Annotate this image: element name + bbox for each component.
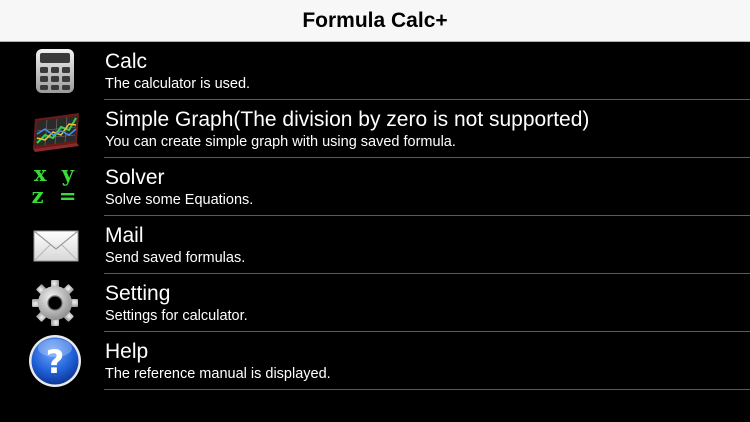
menu-item-subtitle: You can create simple graph with using s… <box>105 134 456 150</box>
menu-item-title: Calc <box>105 50 148 73</box>
menu-item-subtitle: The reference manual is displayed. <box>105 366 331 382</box>
app-title: Formula Calc+ <box>302 9 448 32</box>
menu-item-calc[interactable]: Calc The calculator is used. <box>0 42 750 100</box>
menu-item-mail[interactable]: Mail Send saved formulas. <box>0 216 750 274</box>
gear-icon <box>32 280 78 326</box>
menu-item-title: Setting <box>105 282 171 305</box>
menu-item-title: Solver <box>105 166 165 189</box>
navigation-bar: Formula Calc+ <box>0 0 750 42</box>
menu-item-setting[interactable]: Setting Settings for calculator. <box>0 274 750 332</box>
xyz-icon-line-1: x y <box>33 161 79 186</box>
mail-icon <box>33 230 79 262</box>
help-icon: ? <box>29 335 81 387</box>
menu-item-title: Mail <box>105 224 144 247</box>
menu-item-subtitle: The calculator is used. <box>105 76 251 92</box>
main-menu-list: Calc The calculator is used. Simple Grap… <box>0 42 750 422</box>
row-separator <box>104 389 750 390</box>
menu-item-simple-graph[interactable]: Simple Graph(The division by zero is not… <box>0 100 750 158</box>
menu-item-help[interactable]: ? Help The reference manual is displayed… <box>0 332 750 390</box>
menu-item-title: Help <box>105 340 149 363</box>
graph-icon <box>33 113 79 152</box>
menu-item-subtitle: Send saved formulas. <box>105 250 246 266</box>
calculator-icon <box>36 49 74 93</box>
xyz-icon-line-2: z = <box>31 183 81 208</box>
help-icon-glyph: ? <box>46 343 65 381</box>
menu-item-subtitle: Settings for calculator. <box>105 308 248 324</box>
menu-item-solver[interactable]: x y z = Solver Solve some Equations. <box>0 158 750 216</box>
xyz-icon: x y z = <box>0 158 100 216</box>
menu-item-subtitle: Solve some Equations. <box>105 192 254 208</box>
menu-item-title: Simple Graph(The division by zero is not… <box>105 108 590 131</box>
